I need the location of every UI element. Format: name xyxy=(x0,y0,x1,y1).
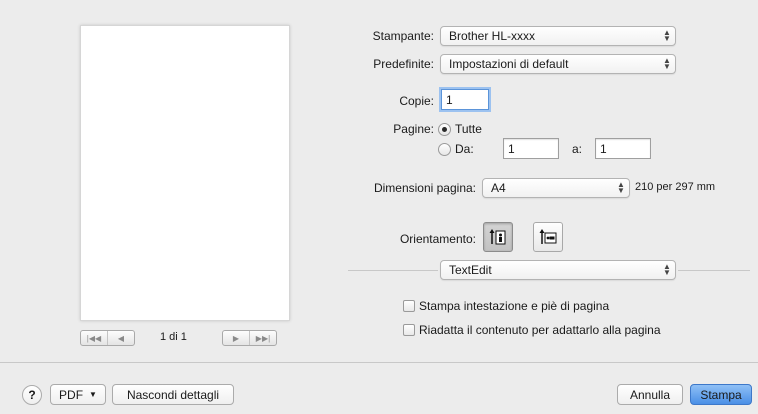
cancel-button[interactable]: Annulla xyxy=(617,384,683,405)
paper-size-label: Dimensioni pagina: xyxy=(373,181,476,195)
pages-range-option[interactable]: Da: xyxy=(438,142,474,156)
next-page-icon[interactable]: ▶ xyxy=(223,331,249,345)
orientation-portrait-button[interactable] xyxy=(483,222,513,252)
option-header-footer[interactable]: Stampa intestazione e piè di pagina xyxy=(403,299,609,313)
pages-label: Pagine: xyxy=(393,122,434,136)
updown-arrows-icon: ▲ ▼ xyxy=(663,262,671,277)
printer-label: Stampante: xyxy=(372,29,434,43)
pdf-menu-button[interactable]: PDF ▼ xyxy=(50,384,106,405)
print-button[interactable]: Stampa xyxy=(690,384,752,405)
pages-all-radio[interactable] xyxy=(438,122,451,136)
fit-to-page-checkbox[interactable] xyxy=(403,324,415,336)
presets-value: Impostazioni di default xyxy=(449,57,569,71)
presets-label: Predefinite: xyxy=(373,57,434,71)
orientation-label: Orientamento: xyxy=(399,232,476,246)
copies-label: Copie: xyxy=(399,94,434,108)
section-select[interactable]: TextEdit ▲ ▼ xyxy=(440,260,676,280)
pages-from-input[interactable]: 1 xyxy=(503,138,559,159)
orientation-landscape-button[interactable] xyxy=(533,222,563,252)
pages-range-radio[interactable] xyxy=(438,142,451,156)
section-divider-right xyxy=(678,270,750,271)
page-counter: 1 di 1 xyxy=(160,331,187,343)
pages-all-label: Tutte xyxy=(455,122,482,136)
footer-divider xyxy=(0,362,758,363)
option-fit-to-page[interactable]: Riadatta il contenuto per adattarlo alla… xyxy=(403,323,661,337)
section-divider-left xyxy=(348,270,438,271)
presets-select[interactable]: Impostazioni di default ▲ ▼ xyxy=(440,54,676,74)
updown-arrows-icon: ▲ ▼ xyxy=(663,56,671,71)
preview-nav-forward[interactable]: ▶ ▶▶| xyxy=(222,330,277,346)
preview-nav-back[interactable]: |◀◀ ◀ xyxy=(80,330,135,346)
landscape-icon xyxy=(539,229,557,244)
page-preview xyxy=(80,25,290,321)
copies-input[interactable]: 1 xyxy=(441,89,489,110)
paper-size-value: A4 xyxy=(491,181,506,195)
updown-arrows-icon: ▲ ▼ xyxy=(617,180,625,195)
fit-to-page-label: Riadatta il contenuto per adattarlo alla… xyxy=(419,323,661,337)
pages-all-option[interactable]: Tutte xyxy=(438,122,482,136)
section-value: TextEdit xyxy=(449,263,492,277)
help-button[interactable]: ? xyxy=(22,385,42,405)
printer-value: Brother HL-xxxx xyxy=(449,29,536,43)
printer-select[interactable]: Brother HL-xxxx ▲ ▼ xyxy=(440,26,676,46)
portrait-icon xyxy=(489,229,506,245)
hide-details-button[interactable]: Nascondi dettagli xyxy=(112,384,234,405)
previous-page-icon[interactable]: ◀ xyxy=(107,331,134,345)
pages-to-label: a: xyxy=(572,142,583,156)
header-footer-checkbox[interactable] xyxy=(403,300,415,312)
pages-to-input[interactable]: 1 xyxy=(595,138,651,159)
paper-dimensions: 210 per 297 mm xyxy=(635,181,716,193)
paper-size-select[interactable]: A4 ▲ ▼ xyxy=(482,178,630,198)
pages-from-label: Da: xyxy=(455,142,474,156)
first-page-icon[interactable]: |◀◀ xyxy=(81,331,107,345)
updown-arrows-icon: ▲ ▼ xyxy=(663,28,671,43)
last-page-icon[interactable]: ▶▶| xyxy=(249,331,276,345)
pdf-label: PDF xyxy=(59,387,84,402)
chevron-down-icon: ▼ xyxy=(89,390,97,399)
header-footer-label: Stampa intestazione e piè di pagina xyxy=(419,299,610,313)
